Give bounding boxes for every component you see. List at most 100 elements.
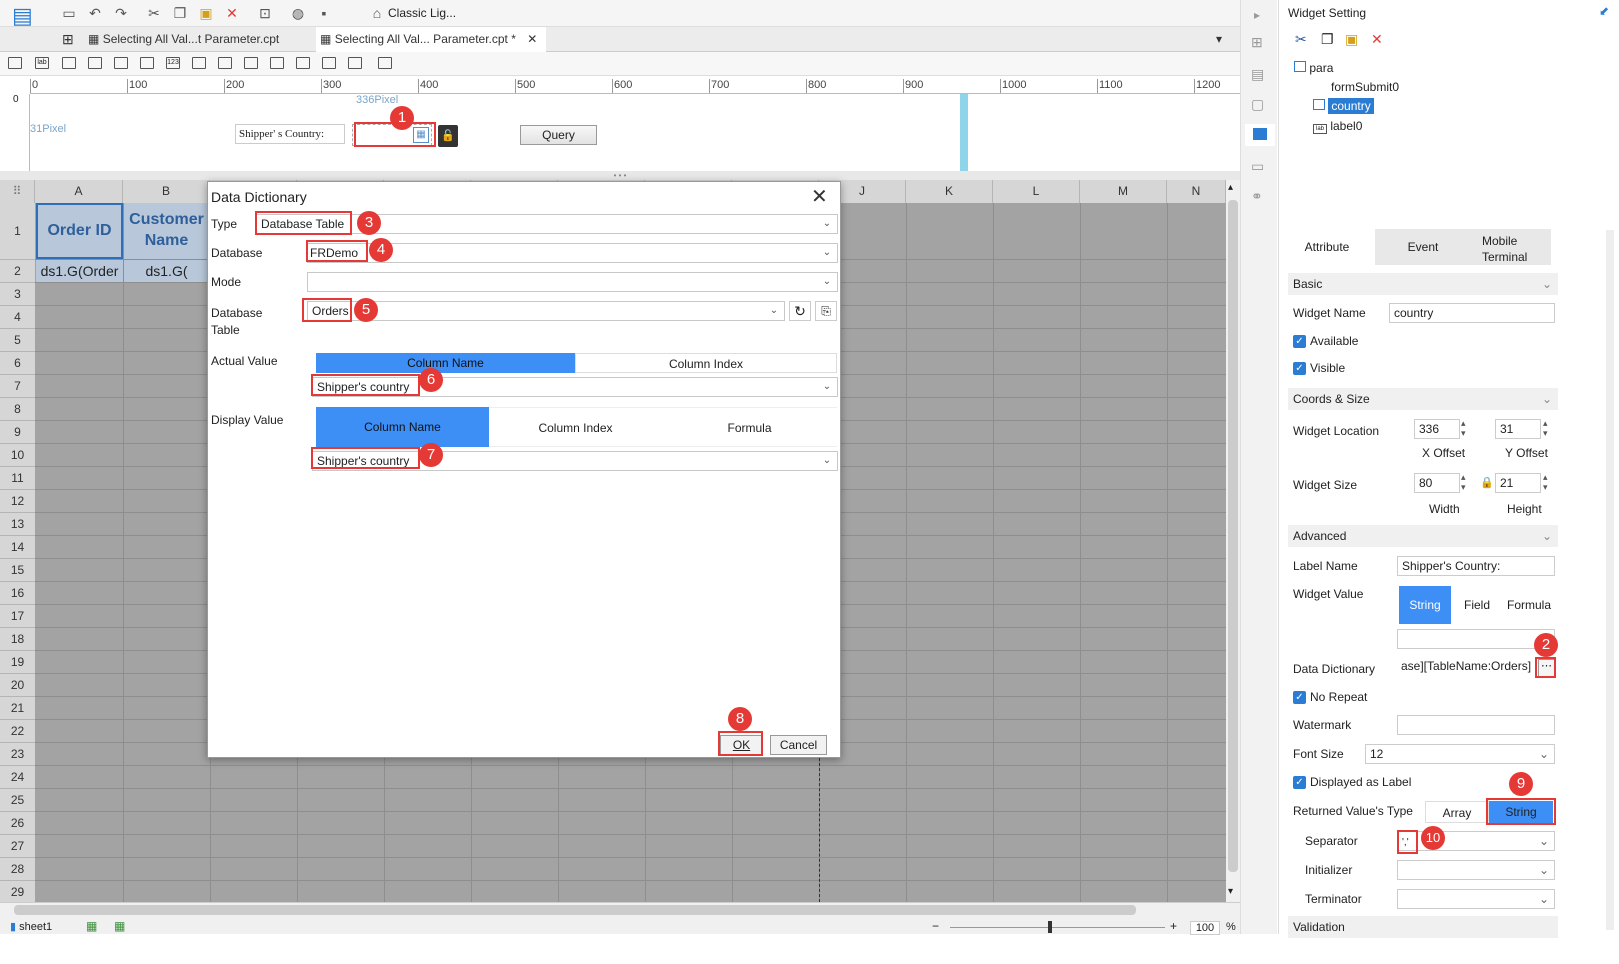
visible-checkbox[interactable]: ✓ <box>1293 362 1306 375</box>
grid-widget-icon[interactable] <box>140 57 154 69</box>
chevron-down-icon[interactable]: ⌄ <box>821 276 833 288</box>
lock-ratio-icon[interactable]: 🔒 <box>1480 476 1494 489</box>
query-button[interactable]: Query <box>520 125 597 145</box>
available-checkbox[interactable]: ✓ <box>1293 335 1306 348</box>
shipper-country-label[interactable]: Shipper' s Country: <box>235 124 345 144</box>
splitter[interactable]: • • • <box>0 171 1240 180</box>
section-advanced[interactable]: Advanced ⌄ <box>1288 525 1558 547</box>
copy-icon[interactable]: ❐ <box>1321 31 1334 48</box>
display-tab-column-name[interactable]: Column Name <box>316 407 489 447</box>
chevron-down-icon[interactable]: ⌄ <box>821 247 833 259</box>
column-header[interactable]: L <box>993 180 1080 203</box>
scroll-up-icon[interactable]: ▴ <box>1228 182 1233 193</box>
row-header[interactable]: 28 <box>0 858 35 881</box>
tree-item-formsubmit[interactable]: formSubmit0 <box>1313 80 1399 94</box>
cell-b1[interactable]: Customer Name <box>124 203 209 259</box>
table-select[interactable]: Orders ⌄ <box>307 301 785 321</box>
button-widget-icon[interactable] <box>62 57 76 69</box>
more-widget-icon[interactable] <box>378 57 392 69</box>
tree-item-country[interactable]: country <box>1313 98 1374 114</box>
row-header[interactable]: 17 <box>0 605 35 628</box>
number-widget-icon[interactable]: 123 <box>166 57 180 69</box>
web-icon[interactable]: ◍ <box>289 4 307 22</box>
row-header[interactable]: 15 <box>0 559 35 582</box>
tab-attribute[interactable]: Attribute <box>1279 229 1375 265</box>
save-icon[interactable]: ▭ <box>60 4 78 22</box>
cell-a2[interactable]: ds1.G(Order <box>36 260 123 282</box>
row-header[interactable]: 23 <box>0 743 35 766</box>
value-tab-formula[interactable]: Formula <box>1503 586 1555 624</box>
pin-icon[interactable]: ⬋ <box>1599 4 1609 18</box>
section-validation[interactable]: Validation <box>1288 916 1558 938</box>
undo-icon[interactable]: ↶ <box>86 4 104 22</box>
add-poly-sheet-icon[interactable]: ▦ <box>114 919 125 933</box>
sheet-tab[interactable]: ▮ sheet1 <box>10 920 52 933</box>
chevron-down-icon[interactable]: ⌄ <box>821 381 833 393</box>
frame-widget-icon[interactable] <box>8 57 22 69</box>
cell-a1[interactable]: Order ID <box>36 203 123 259</box>
row-header[interactable]: 13 <box>0 513 35 536</box>
dict-input[interactable]: ase][TableName:Orders] <box>1397 657 1534 677</box>
vertical-scrollbar[interactable]: ▴ ▾ <box>1226 180 1240 902</box>
row-header[interactable]: 9 <box>0 421 35 444</box>
actual-tab-column-name[interactable]: Column Name <box>316 353 575 373</box>
slider-widget-icon[interactable] <box>322 57 336 69</box>
dataset-icon[interactable]: ⊞ <box>1251 34 1263 51</box>
watermark-input[interactable] <box>1397 715 1555 735</box>
delete-icon[interactable]: ✕ <box>1371 31 1383 48</box>
column-header[interactable]: M <box>1080 180 1167 203</box>
display-tab-formula[interactable]: Formula <box>662 407 837 447</box>
tab-mobile[interactable]: Mobile Terminal <box>1471 229 1551 265</box>
tab-file-2[interactable]: ▦ Selecting All Val... Parameter.cpt * ✕ <box>316 27 546 52</box>
column-header[interactable]: K <box>906 180 993 203</box>
float-icon[interactable]: ▢ <box>1251 96 1264 113</box>
row-header[interactable]: 24 <box>0 766 35 789</box>
tab-file-1[interactable]: ▦ Selecting All Val...t Parameter.cpt <box>88 27 308 52</box>
chevron-down-icon[interactable]: ⌄ <box>821 218 833 230</box>
tab-list-icon[interactable]: ▾ <box>1216 27 1222 52</box>
w-stepper-icon[interactable]: ▴ ▾ <box>1461 472 1466 492</box>
row-header[interactable]: 11 <box>0 467 35 490</box>
row-header[interactable]: 29 <box>0 881 35 904</box>
column-header[interactable]: A <box>35 180 123 203</box>
row-header[interactable]: 18 <box>0 628 35 651</box>
row-header[interactable]: 6 <box>0 352 35 375</box>
close-icon[interactable]: ✕ <box>527 32 537 46</box>
column-header[interactable]: N <box>1167 180 1226 203</box>
row-header[interactable]: 27 <box>0 835 35 858</box>
row-header[interactable]: 25 <box>0 789 35 812</box>
scroll-thumb[interactable] <box>1228 200 1238 872</box>
copy-icon[interactable]: ❐ <box>171 4 189 22</box>
row-header[interactable]: 7 <box>0 375 35 398</box>
label-widget-icon[interactable]: lab <box>35 57 49 69</box>
row-header[interactable]: 1 <box>0 203 35 260</box>
value-tab-string[interactable]: String <box>1399 586 1451 624</box>
close-icon[interactable]: ✕ <box>811 184 828 209</box>
column-header[interactable]: B <box>123 180 210 203</box>
date-widget-icon[interactable] <box>114 57 128 69</box>
returned-tab-array[interactable]: Array <box>1425 801 1489 823</box>
preview-table-icon[interactable]: ⎘ <box>815 301 837 321</box>
text-widget-icon[interactable] <box>244 57 258 69</box>
widget-value-input[interactable] <box>1397 629 1555 649</box>
row-header[interactable]: 3 <box>0 283 35 306</box>
chevron-down-icon[interactable]: ⌄ <box>768 305 780 317</box>
value-tab-field[interactable]: Field <box>1451 586 1503 624</box>
section-basic[interactable]: Basic ⌄ <box>1288 273 1558 295</box>
y-offset-input[interactable]: 31 <box>1495 419 1541 439</box>
display-tab-column-index[interactable]: Column Index <box>489 407 662 447</box>
row-header[interactable]: 2 <box>0 260 35 283</box>
refresh-icon[interactable]: ↻ <box>789 301 811 321</box>
h-stepper-icon[interactable]: ▴ ▾ <box>1543 472 1548 492</box>
textarea-widget-icon[interactable] <box>270 57 284 69</box>
collapse-icon[interactable]: ▸ <box>1254 8 1260 22</box>
y-stepper-icon[interactable]: ▴ ▾ <box>1543 418 1548 438</box>
initializer-select[interactable]: ⌄ <box>1397 860 1555 880</box>
row-header[interactable]: 22 <box>0 720 35 743</box>
row-header[interactable]: 21 <box>0 697 35 720</box>
tab-event[interactable]: Event <box>1375 229 1471 265</box>
zoom-handle[interactable] <box>1048 921 1052 933</box>
actual-tab-column-index[interactable]: Column Index <box>575 353 837 373</box>
redo-icon[interactable]: ↷ <box>112 4 130 22</box>
cell-attr-icon[interactable]: ▤ <box>1251 66 1264 83</box>
